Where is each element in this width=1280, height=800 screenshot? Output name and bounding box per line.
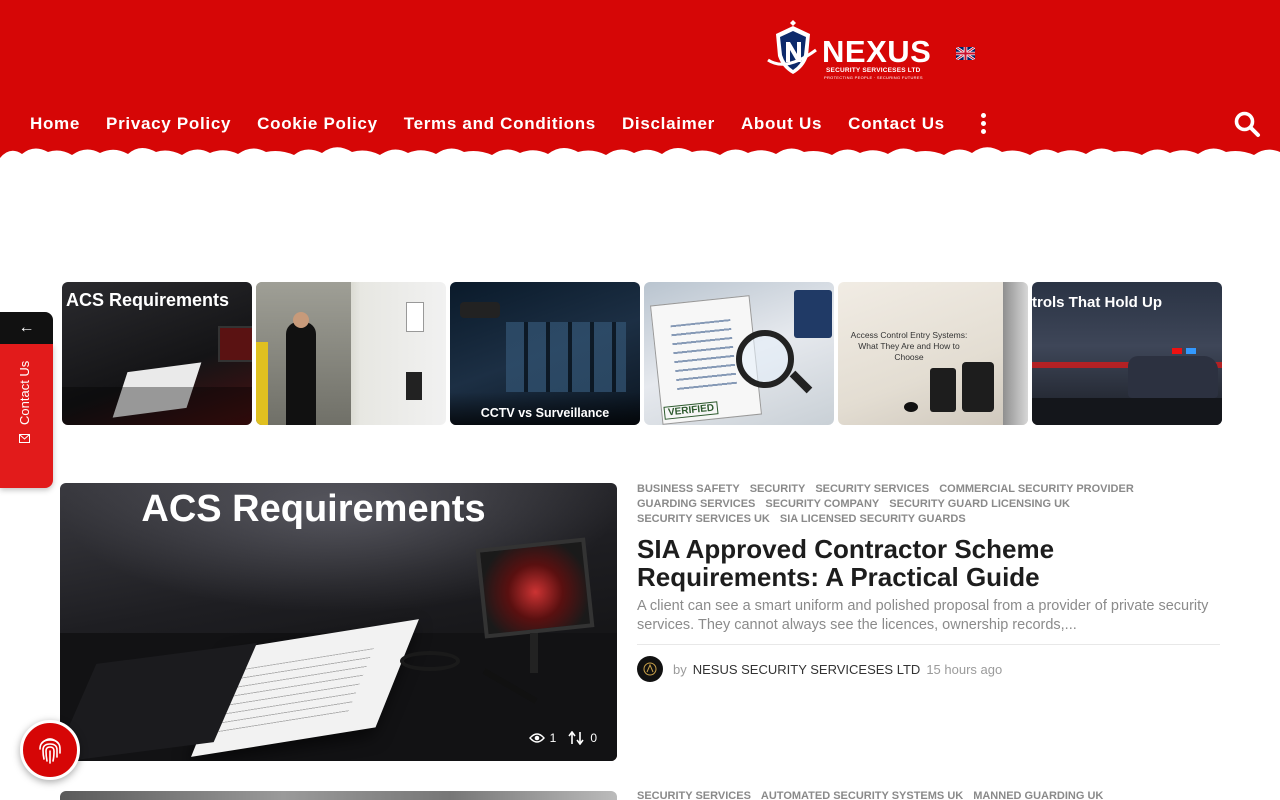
second-article-tags: SECURITY SERVICES AUTOMATED SECURITY SYST… (637, 790, 1113, 800)
article-tags: BUSINESS SAFETY SECURITY SECURITY SERVICES… (637, 482, 1227, 527)
thumbnail-carousel: ACS Requirements CCTV vs Surveillance VE… (62, 282, 1222, 425)
fingerprint-icon (39, 738, 61, 764)
tag-link[interactable]: BUSINESS SAFETY (637, 483, 740, 495)
tag-link[interactable]: SECURITY SERVICES (637, 790, 751, 800)
nav-about-us[interactable]: About Us (741, 114, 822, 134)
nav-home[interactable]: Home (30, 114, 80, 134)
search-icon[interactable] (1233, 110, 1261, 138)
contact-tab-body: Contact Us (0, 344, 53, 488)
featured-image-title: ACS Requirements (141, 488, 486, 530)
thumbnail-access-control[interactable]: Access Control Entry Systems: What They … (838, 282, 1028, 425)
collapse-arrow-icon[interactable]: ← (0, 312, 53, 344)
article-excerpt: A client can see a smart uniform and pol… (637, 598, 1209, 633)
tag-link[interactable]: SECURITY (750, 483, 806, 495)
nav-terms[interactable]: Terms and Conditions (404, 114, 596, 134)
shares-count: 0 (590, 731, 597, 745)
thumbnail-controls[interactable]: trols That Hold Up (1032, 282, 1222, 425)
divider (637, 644, 1220, 645)
thumbnail-caption: ACS Requirements (66, 290, 230, 310)
uk-flag-icon (956, 47, 975, 60)
contact-side-tab[interactable]: ← Contact Us (0, 312, 53, 488)
vertical-dots-icon[interactable] (979, 113, 987, 137)
tag-link[interactable]: SECURITY SERVICES UK (637, 513, 770, 525)
nav-contact-us[interactable]: Contact Us (848, 114, 945, 134)
thumbnail-guard[interactable] (256, 282, 446, 425)
author-name[interactable]: NESUS SECURITY SERVICESES LTD (693, 662, 921, 677)
contact-tab-content: Contact Us (17, 361, 32, 444)
share-arrows-icon (568, 731, 584, 745)
logo-tagline: PROTECTING PEOPLE · SECURING FUTURES (824, 75, 923, 80)
cloud-divider (0, 147, 1280, 170)
thumbnail-cctv[interactable]: CCTV vs Surveillance (450, 282, 640, 425)
mail-icon (19, 434, 30, 443)
tag-link[interactable]: GUARDING SERVICES (637, 498, 755, 510)
contact-tab-label: Contact Us (17, 360, 32, 425)
tag-link[interactable]: AUTOMATED SECURITY SYSTEMS UK (761, 790, 963, 800)
nav-cookie-policy[interactable]: Cookie Policy (257, 114, 378, 134)
featured-article-image[interactable]: ACS Requirements 1 0 (60, 483, 617, 761)
byline-prefix: by (673, 661, 687, 677)
second-article-image[interactable] (60, 791, 617, 800)
thumbnail-verification[interactable]: VERIFIED (644, 282, 834, 425)
article-byline: by NESUS SECURITY SERVICESES LTD 15 hour… (637, 656, 1002, 682)
logo-wordmark: NEXUS (822, 34, 932, 69)
thumbnail-caption: trols That Hold Up (1032, 294, 1162, 311)
nav-privacy-policy[interactable]: Privacy Policy (106, 114, 231, 134)
shield-logo-icon (767, 20, 817, 74)
fingerprint-button[interactable] (20, 720, 80, 780)
thumbnail-acs[interactable]: ACS Requirements (62, 282, 252, 425)
tag-link[interactable]: SECURITY COMPANY (765, 498, 879, 510)
image-stats: 1 0 (528, 731, 597, 745)
main-nav: Home Privacy Policy Cookie Policy Terms … (30, 112, 971, 136)
tag-link[interactable]: MANNED GUARDING UK (973, 790, 1103, 800)
article-headline[interactable]: SIA Approved Contractor Scheme Requireme… (637, 535, 1197, 591)
thumbnail-caption: Access Control Entry Systems: What They … (850, 330, 968, 362)
tag-link[interactable]: SECURITY SERVICES (815, 483, 929, 495)
tag-link[interactable]: SIA LICENSED SECURITY GUARDS (780, 513, 966, 525)
author-logo-icon (643, 662, 657, 676)
logo-subtitle: SECURITY SERVICESES LTD (826, 67, 921, 74)
author-avatar[interactable] (637, 656, 663, 682)
nav-disclaimer[interactable]: Disclaimer (622, 114, 715, 134)
tag-link[interactable]: SECURITY GUARD LICENSING UK (889, 498, 1070, 510)
post-time: 15 hours ago (926, 661, 1003, 677)
thumbnail-caption: CCTV vs Surveillance (480, 406, 610, 420)
eye-icon (528, 733, 545, 743)
site-logo[interactable]: NEXUS SECURITY SERVICESES LTD PROTECTING… (766, 20, 980, 80)
tag-link[interactable]: COMMERCIAL SECURITY PROVIDER (939, 483, 1134, 495)
views-count: 1 (549, 731, 557, 745)
